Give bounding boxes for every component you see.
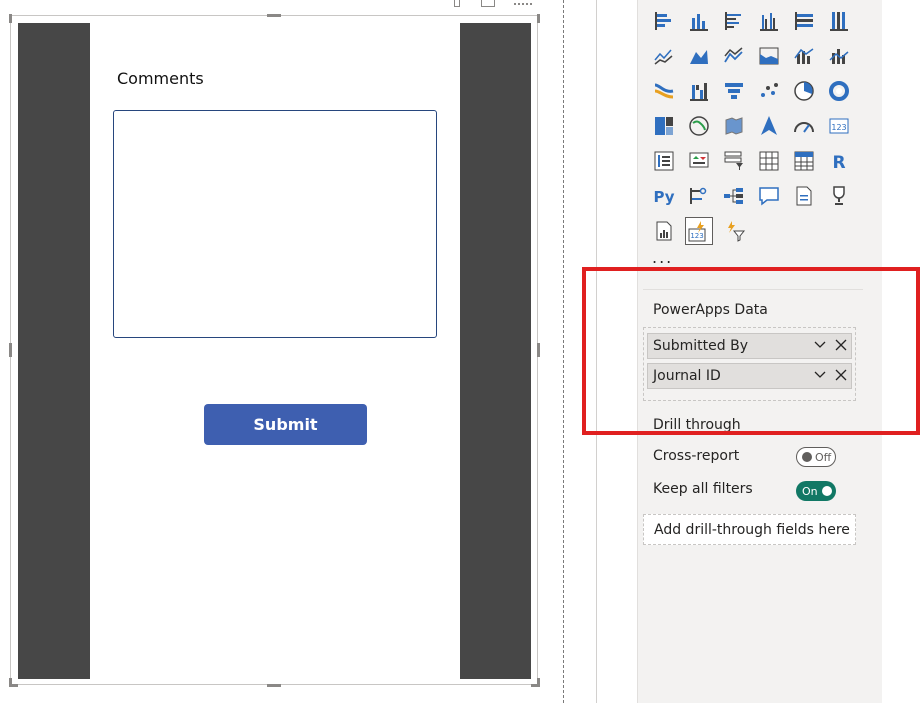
map-icon[interactable] xyxy=(651,113,677,139)
waterfall-chart-icon[interactable] xyxy=(651,78,677,104)
kpi-icon[interactable] xyxy=(651,148,677,174)
python-visual-icon[interactable]: R xyxy=(826,148,852,174)
100-stacked-bar-chart-icon[interactable] xyxy=(791,8,817,34)
filled-map-icon[interactable] xyxy=(686,113,712,139)
resize-handle-bottom[interactable] xyxy=(267,684,281,687)
stacked-bar-chart-icon[interactable] xyxy=(651,8,677,34)
resize-handle-right[interactable] xyxy=(537,343,540,357)
cross-report-label: Cross-report xyxy=(653,448,740,464)
remove-field-icon[interactable] xyxy=(834,338,848,352)
matrix-icon[interactable] xyxy=(756,148,782,174)
line-chart-icon[interactable] xyxy=(651,43,677,69)
resize-handle-top-left[interactable] xyxy=(9,14,12,23)
clustered-column-chart-icon[interactable] xyxy=(756,8,782,34)
multi-row-card-icon[interactable]: 123 xyxy=(826,113,852,139)
slicer-icon[interactable] xyxy=(686,148,712,174)
metrics-icon[interactable] xyxy=(826,183,852,209)
field-pill-label: Journal ID xyxy=(653,368,721,384)
keep-all-filters-label: Keep all filters xyxy=(653,481,753,497)
paginated-report-icon[interactable] xyxy=(791,183,817,209)
table-icon[interactable] xyxy=(721,148,747,174)
toggle-knob xyxy=(821,486,832,496)
fields-well-title: PowerApps Data xyxy=(653,302,768,318)
stacked-column-chart-icon[interactable] xyxy=(686,8,712,34)
area-chart-icon[interactable] xyxy=(686,43,712,69)
toggle-knob xyxy=(802,452,812,462)
power-apps-icon[interactable]: 123 xyxy=(685,217,713,245)
line-stacked-column-chart-icon[interactable] xyxy=(756,43,782,69)
stacked-area-chart-icon[interactable] xyxy=(721,43,747,69)
app-letterbox-right xyxy=(460,23,531,679)
toggle-state: On xyxy=(802,484,818,498)
line-clustered-column-chart-icon[interactable] xyxy=(791,43,817,69)
svg-text:123: 123 xyxy=(831,123,846,132)
more-visuals-ellipsis[interactable]: ... xyxy=(652,248,673,267)
comments-label: Comments xyxy=(117,69,204,88)
decomposition-tree-icon[interactable] xyxy=(686,183,712,209)
more-options-icon[interactable] xyxy=(514,0,532,5)
pane-divider xyxy=(596,0,597,703)
svg-text:Py: Py xyxy=(653,188,674,206)
svg-text:123: 123 xyxy=(690,232,703,240)
visual-header-icons xyxy=(448,0,538,8)
resize-handle-left[interactable] xyxy=(9,343,12,357)
filter-icon[interactable] xyxy=(454,0,460,7)
card-icon[interactable] xyxy=(791,113,817,139)
scatter-chart-icon[interactable] xyxy=(721,78,747,104)
key-influencers-icon[interactable]: Py xyxy=(651,183,677,209)
resize-handle-bottom-left-h[interactable] xyxy=(9,684,18,687)
chevron-down-icon[interactable] xyxy=(813,338,827,352)
keep-all-filters-toggle[interactable]: On xyxy=(796,481,836,501)
submit-button[interactable]: Submit xyxy=(204,404,367,445)
donut-chart-icon[interactable] xyxy=(791,78,817,104)
r-script-visual-icon[interactable] xyxy=(791,148,817,174)
app-letterbox-left xyxy=(18,23,90,679)
svg-text:R: R xyxy=(832,153,845,173)
focus-mode-icon[interactable] xyxy=(481,0,495,7)
100-stacked-column-chart-icon[interactable] xyxy=(826,8,852,34)
comments-input[interactable] xyxy=(113,110,437,338)
more-visuals-icon[interactable] xyxy=(721,218,747,244)
gauge-icon[interactable] xyxy=(756,113,782,139)
qa-icon[interactable] xyxy=(721,183,747,209)
resize-handle-top-right[interactable] xyxy=(537,14,540,23)
page-boundary-divider xyxy=(563,0,564,703)
pie-chart-icon[interactable] xyxy=(756,78,782,104)
azure-map-icon[interactable] xyxy=(721,113,747,139)
field-pill-label: Submitted By xyxy=(653,338,748,354)
cross-report-toggle[interactable]: Off xyxy=(796,447,836,467)
funnel-chart-icon[interactable] xyxy=(686,78,712,104)
toggle-state: Off xyxy=(815,450,832,464)
smart-narrative-icon[interactable] xyxy=(756,183,782,209)
ribbon-chart-icon[interactable] xyxy=(826,43,852,69)
gallery-separator xyxy=(643,289,863,290)
clustered-bar-chart-icon[interactable] xyxy=(721,8,747,34)
remove-field-icon[interactable] xyxy=(834,368,848,382)
drill-through-title: Drill through xyxy=(653,417,741,433)
treemap-icon[interactable] xyxy=(826,78,852,104)
resize-handle-top[interactable] xyxy=(267,14,281,17)
power-automate-icon[interactable] xyxy=(651,218,677,244)
chevron-down-icon[interactable] xyxy=(813,368,827,382)
resize-handle-bottom-right-h[interactable] xyxy=(531,684,540,687)
drill-through-fields-well[interactable]: Add drill-through fields here xyxy=(643,514,856,545)
